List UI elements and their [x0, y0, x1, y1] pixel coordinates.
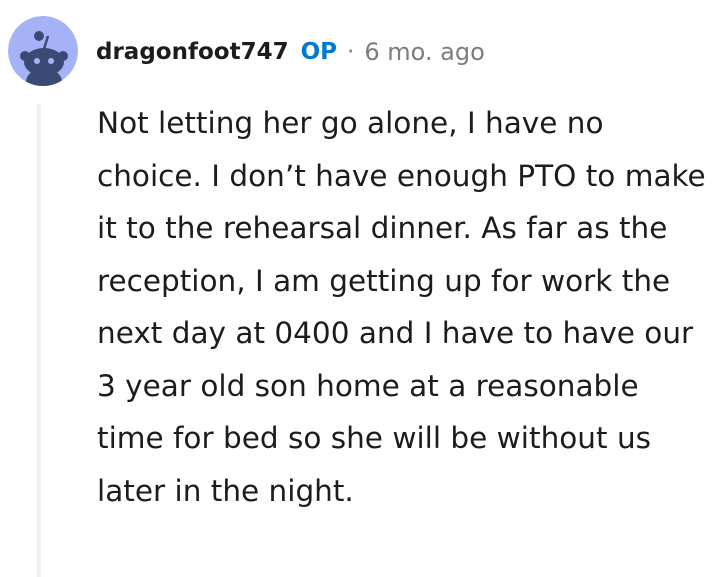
thread-collapse-line[interactable]: [37, 104, 41, 577]
meta-separator: ·: [347, 39, 355, 65]
op-badge: OP: [300, 39, 338, 65]
comment-timestamp[interactable]: 6 mo. ago: [364, 38, 484, 66]
comment-body: Not letting her go alone, I have no choi…: [97, 106, 706, 508]
username-link[interactable]: dragonfoot747: [96, 39, 289, 65]
reddit-snoo-avatar-icon: [8, 16, 78, 86]
comment-meta: dragonfoot747 OP · 6 mo. ago: [96, 32, 485, 72]
user-avatar[interactable]: [8, 16, 78, 86]
comment: dragonfoot747 OP · 6 mo. ago Not letting…: [0, 0, 719, 577]
